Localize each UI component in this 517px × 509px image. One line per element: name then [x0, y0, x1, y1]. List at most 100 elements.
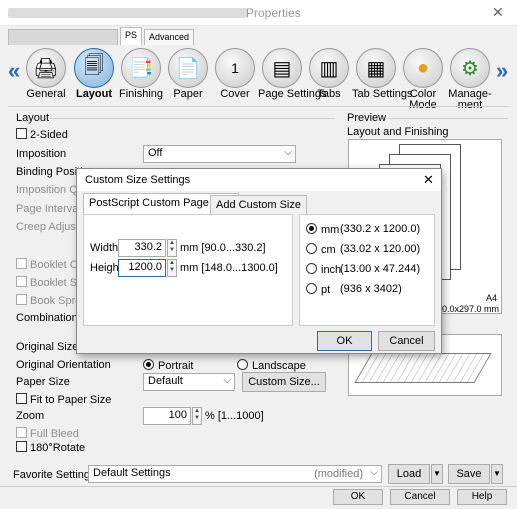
custom-size-dialog: Custom Size Settings ✕ PostScript Custom…: [76, 168, 442, 354]
group-divider: [50, 118, 335, 119]
landscape-radio[interactable]: Landscape: [237, 359, 306, 372]
unit-dims-cm: (33.02 x 120.00): [340, 243, 421, 255]
chevron-down-icon: ⌵: [370, 467, 378, 478]
zoom-spinner[interactable]: ▲ ▼: [192, 407, 202, 425]
radio-dot: [306, 243, 317, 254]
preview-subtitle: Layout and Finishing: [347, 126, 449, 138]
save-dropdown-icon[interactable]: ▼: [491, 464, 503, 484]
imposition-select[interactable]: Off ⌵: [143, 145, 296, 163]
imposition-label: Imposition: [16, 148, 67, 160]
fit-to-paper-checkbox[interactable]: Fit to Paper Size: [16, 393, 111, 406]
tab-advanced[interactable]: Advanced: [144, 29, 195, 45]
general-icon: 🖨: [26, 48, 66, 88]
width-input[interactable]: 330.2: [118, 239, 166, 257]
unit-radio-inch[interactable]: inch: [306, 263, 341, 276]
help-button[interactable]: Help: [457, 489, 507, 505]
title-redacted: [8, 8, 248, 18]
radio-dot: [237, 359, 248, 370]
checkbox-box: [16, 427, 27, 438]
radio-dot: [143, 359, 154, 370]
group-divider: [388, 118, 508, 119]
unit-dims-mm: (330.2 x 1200.0): [340, 223, 421, 235]
preview-paper-name: A4: [485, 293, 497, 303]
toolbar-paper[interactable]: 📄 Paper: [164, 46, 212, 100]
custom-size-button[interactable]: Custom Size...: [242, 372, 326, 392]
dialog-close-button[interactable]: ✕: [423, 172, 434, 188]
load-button[interactable]: Load: [388, 464, 430, 484]
output-tray-illustration: [354, 353, 492, 383]
paper-size-select[interactable]: Default ⌵: [143, 373, 235, 391]
tab-redacted[interactable]: [8, 29, 118, 45]
height-input[interactable]: 1200.0: [118, 259, 166, 277]
chevron-down-icon: ⌵: [223, 375, 231, 386]
favorite-setting-select[interactable]: Default Settings (modified) ⌵: [88, 465, 382, 483]
unit-dims-pt: (936 x 3402): [340, 283, 402, 295]
toolbar-divider: [8, 106, 509, 107]
original-orientation-label: Original Orientation: [16, 359, 111, 371]
toolbar-tab-settings[interactable]: ▦ Tab Settings: [352, 46, 413, 100]
toolbar-page-settings[interactable]: ▤ Page Settings: [258, 46, 327, 100]
toolbar-cover[interactable]: 1 Cover: [211, 46, 259, 100]
cancel-button[interactable]: Cancel: [390, 489, 450, 505]
toolbar-finishing[interactable]: 📑 Finishing: [117, 46, 165, 100]
combination-label: Combination: [16, 312, 78, 324]
height-spinner[interactable]: ▲ ▼: [167, 259, 177, 277]
page-settings-icon: ▤: [262, 48, 302, 88]
paper-size-label: Paper Size: [16, 376, 70, 388]
dialog-ok-button[interactable]: OK: [317, 331, 372, 351]
zoom-input[interactable]: 100: [143, 407, 191, 425]
toolbar-general[interactable]: 🖨 General: [22, 46, 70, 100]
booklet-spine-checkbox[interactable]: Booklet Sp: [16, 276, 83, 289]
chevron-down-icon: ⌵: [284, 147, 292, 158]
unit-radio-mm[interactable]: mm: [306, 223, 339, 236]
checkbox-box: [16, 276, 27, 287]
rotate-checkbox[interactable]: 180°Rotate: [16, 441, 85, 454]
checkbox-box: [16, 258, 27, 269]
layout-icon: 🗐: [74, 48, 114, 88]
custom-size-panel: Width 330.2 ▲ ▼ mm [90.0...330.2] Height …: [83, 214, 293, 326]
checkbox-box: [16, 441, 27, 452]
tab-ps[interactable]: PS: [120, 27, 143, 45]
radio-dot: [306, 263, 317, 274]
favorite-setting-label: Favorite Setting: [13, 469, 91, 481]
color-mode-icon: ●: [403, 48, 443, 88]
title-bar: Properties ✕: [0, 0, 517, 26]
full-bleed-checkbox[interactable]: Full Bleed: [16, 427, 79, 440]
save-button[interactable]: Save: [448, 464, 490, 484]
load-dropdown-icon[interactable]: ▼: [431, 464, 443, 484]
unit-panel: mm (330.2 x 1200.0) cm (33.02 x 120.00) …: [299, 214, 435, 326]
zoom-range: % [1...1000]: [205, 410, 264, 422]
modified-indicator: (modified): [314, 468, 363, 480]
window-close-button[interactable]: ✕: [492, 4, 504, 21]
preview-title: Preview: [347, 112, 387, 124]
ok-button[interactable]: OK: [333, 489, 383, 505]
original-size-label: Original Size: [16, 341, 79, 353]
unit-radio-pt[interactable]: pt: [306, 283, 330, 296]
management-icon: ⚙: [450, 48, 490, 88]
radio-dot: [306, 223, 317, 234]
dialog-title: Custom Size Settings: [85, 174, 191, 186]
toolbar-management[interactable]: ⚙ Manage- ment: [446, 46, 494, 111]
toolbar-layout[interactable]: 🗐 Layout: [70, 46, 118, 100]
unit-radio-cm[interactable]: cm: [306, 243, 336, 256]
width-spinner[interactable]: ▲ ▼: [167, 239, 177, 257]
tabs-icon: ▥: [309, 48, 349, 88]
toolbar-color-mode[interactable]: ● Color Mode: [399, 46, 447, 111]
tab-add-custom-size[interactable]: Add Custom Size: [210, 195, 307, 215]
dialog-title-bar: Custom Size Settings ✕: [77, 169, 441, 191]
width-range: mm [90.0...330.2]: [180, 242, 266, 254]
toolbar-tabs[interactable]: ▥ Tabs: [305, 46, 353, 100]
two-sided-checkbox[interactable]: 2-Sided: [16, 128, 68, 141]
portrait-radio[interactable]: Portrait: [143, 359, 193, 372]
height-range: mm [148.0...1300.0]: [180, 262, 278, 274]
imposition-quantity-label: Imposition Qu: [16, 184, 84, 196]
finishing-icon: 📑: [121, 48, 161, 88]
function-toolbar: 🖨 General 🗐 Layout 📑 Finishing 📄 Paper 1 Cove…: [8, 46, 513, 111]
layout-group-title: Layout: [16, 112, 50, 124]
checkbox-box: [16, 128, 27, 139]
preview-paper-dims: 210.0x297.0 mm: [431, 304, 499, 314]
bottom-divider: [0, 486, 517, 487]
unit-dims-inch: (13.00 x 47.244): [340, 263, 421, 275]
dialog-cancel-button[interactable]: Cancel: [378, 331, 435, 351]
cover-icon: 1: [215, 48, 255, 88]
